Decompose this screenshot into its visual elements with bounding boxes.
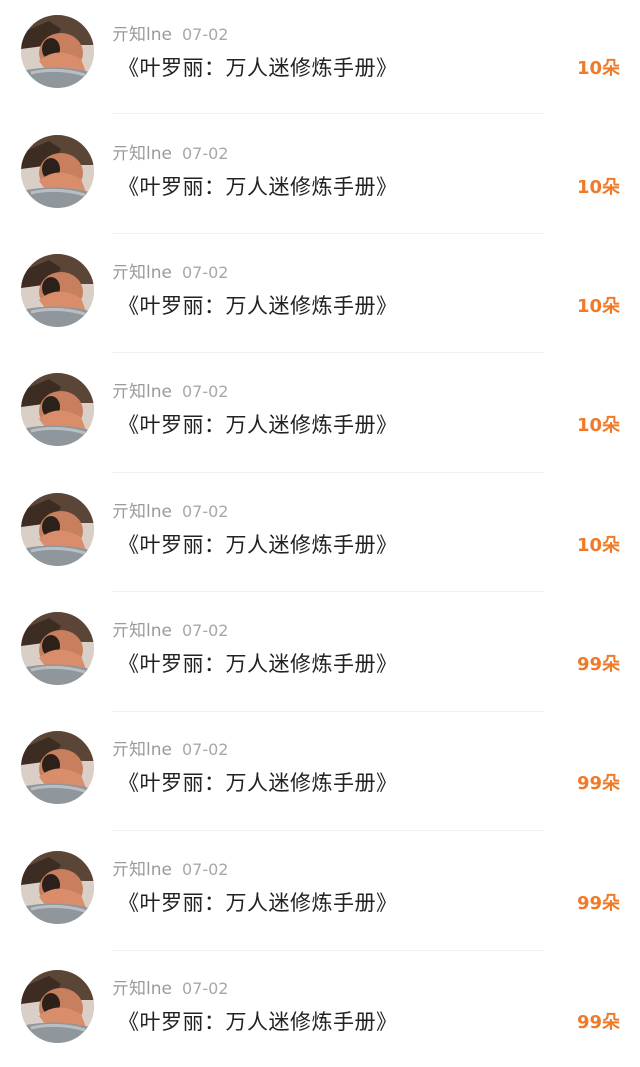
comment-meta: 亓知lne 07-02 xyxy=(112,620,228,642)
username[interactable]: 亓知lne xyxy=(112,144,172,164)
username[interactable]: 亓知lne xyxy=(112,382,172,402)
username[interactable]: 亓知lne xyxy=(112,979,172,999)
row-divider xyxy=(112,471,544,473)
comment-meta: 亓知lne 07-02 xyxy=(112,381,228,403)
username[interactable]: 亓知lne xyxy=(112,860,172,880)
comment-row[interactable]: 亓知lne 07-02 《叶罗丽：万人迷修炼手册》 10朵 xyxy=(0,0,640,1067)
username[interactable]: 亓知lne xyxy=(112,263,172,283)
avatar[interactable] xyxy=(21,970,94,1043)
user-avatar-icon xyxy=(21,373,94,446)
comment-text: 《叶罗丽：万人迷修炼手册》 xyxy=(118,652,398,676)
comment-text: 《叶罗丽：万人迷修炼手册》 xyxy=(118,1010,398,1034)
comment-date: 07-02 xyxy=(181,979,229,998)
avatar[interactable] xyxy=(21,15,94,88)
row-divider xyxy=(112,710,544,712)
row-divider xyxy=(112,949,544,951)
comment-row[interactable]: 亓知lne 07-02 《叶罗丽：万人迷修炼手册》 10朵 xyxy=(0,0,640,1067)
gift-count: 10朵 xyxy=(576,177,620,198)
comment-text: 《叶罗丽：万人迷修炼手册》 xyxy=(118,175,398,199)
comment-text: 《叶罗丽：万人迷修炼手册》 xyxy=(118,294,398,318)
comment-row[interactable]: 亓知lne 07-02 《叶罗丽：万人迷修炼手册》 99朵 xyxy=(0,0,640,1067)
row-divider xyxy=(112,591,544,592)
comment-text: 《叶罗丽：万人迷修炼手册》 xyxy=(118,891,398,915)
comment-row[interactable]: 亓知lne 07-02 《叶罗丽：万人迷修炼手册》 99朵 xyxy=(0,0,640,1067)
comment-date: 07-02 xyxy=(181,860,229,879)
comment-date: 07-02 xyxy=(181,144,229,163)
comment-date: 07-02 xyxy=(181,263,229,282)
comment-text: 《叶罗丽：万人迷修炼手册》 xyxy=(118,56,398,80)
avatar[interactable] xyxy=(21,373,94,446)
row-divider xyxy=(112,113,544,114)
comment-date: 07-02 xyxy=(181,621,229,640)
avatar[interactable] xyxy=(21,731,94,804)
comment-text: 《叶罗丽：万人迷修炼手册》 xyxy=(118,771,398,795)
user-avatar-icon xyxy=(21,135,94,208)
comment-row[interactable]: 亓知lne 07-02 《叶罗丽：万人迷修炼手册》 10朵 xyxy=(0,0,640,1067)
comment-text: 《叶罗丽：万人迷修炼手册》 xyxy=(118,533,398,557)
avatar[interactable] xyxy=(21,493,94,566)
comment-meta: 亓知lne 07-02 xyxy=(112,859,228,881)
user-avatar-icon xyxy=(21,254,94,327)
comment-row[interactable]: 亓知lne 07-02 《叶罗丽：万人迷修炼手册》 99朵 xyxy=(0,0,640,1067)
gift-count: 99朵 xyxy=(576,893,620,914)
comment-date: 07-02 xyxy=(181,382,229,401)
user-avatar-icon xyxy=(21,612,94,685)
user-avatar-icon xyxy=(21,731,94,804)
user-avatar-icon xyxy=(21,970,94,1043)
comment-meta: 亓知lne 07-02 xyxy=(112,739,228,761)
row-divider xyxy=(112,352,544,353)
avatar[interactable] xyxy=(21,135,94,208)
gift-count: 10朵 xyxy=(576,535,620,556)
username[interactable]: 亓知lne xyxy=(112,621,172,641)
comment-date: 07-02 xyxy=(181,740,229,759)
gift-count: 99朵 xyxy=(576,1012,620,1033)
comment-meta: 亓知lne 07-02 xyxy=(112,24,228,46)
gift-count: 99朵 xyxy=(576,773,620,794)
user-avatar-icon xyxy=(21,851,94,924)
avatar[interactable] xyxy=(21,612,94,685)
gift-count: 10朵 xyxy=(576,415,620,436)
comment-row[interactable]: 亓知lne 07-02 《叶罗丽：万人迷修炼手册》 10朵 xyxy=(0,0,640,1067)
comment-meta: 亓知lne 07-02 xyxy=(112,978,228,1000)
row-divider xyxy=(112,232,544,234)
user-avatar-icon xyxy=(21,493,94,566)
comment-row[interactable]: 亓知lne 07-02 《叶罗丽：万人迷修炼手册》 99朵 xyxy=(0,0,640,1067)
comment-meta: 亓知lne 07-02 xyxy=(112,143,228,165)
comment-list: 亓知lne 07-02 《叶罗丽：万人迷修炼手册》 10朵 亓知lne 07-02 《叶罗丽… xyxy=(0,0,640,1067)
comment-row[interactable]: 亓知lne 07-02 《叶罗丽：万人迷修炼手册》 10朵 xyxy=(0,0,640,1067)
comment-meta: 亓知lne 07-02 xyxy=(112,262,228,284)
username[interactable]: 亓知lne xyxy=(112,502,172,522)
avatar[interactable] xyxy=(21,851,94,924)
username[interactable]: 亓知lne xyxy=(112,25,172,45)
comment-date: 07-02 xyxy=(181,502,229,521)
comment-meta: 亓知lne 07-02 xyxy=(112,501,228,523)
gift-count: 10朵 xyxy=(576,296,620,317)
comment-text: 《叶罗丽：万人迷修炼手册》 xyxy=(118,413,398,437)
avatar[interactable] xyxy=(21,254,94,327)
comment-date: 07-02 xyxy=(181,25,229,44)
gift-count: 99朵 xyxy=(576,654,620,675)
username[interactable]: 亓知lne xyxy=(112,740,172,760)
row-divider xyxy=(112,830,544,831)
user-avatar-icon xyxy=(21,15,94,88)
gift-count: 10朵 xyxy=(576,58,620,79)
